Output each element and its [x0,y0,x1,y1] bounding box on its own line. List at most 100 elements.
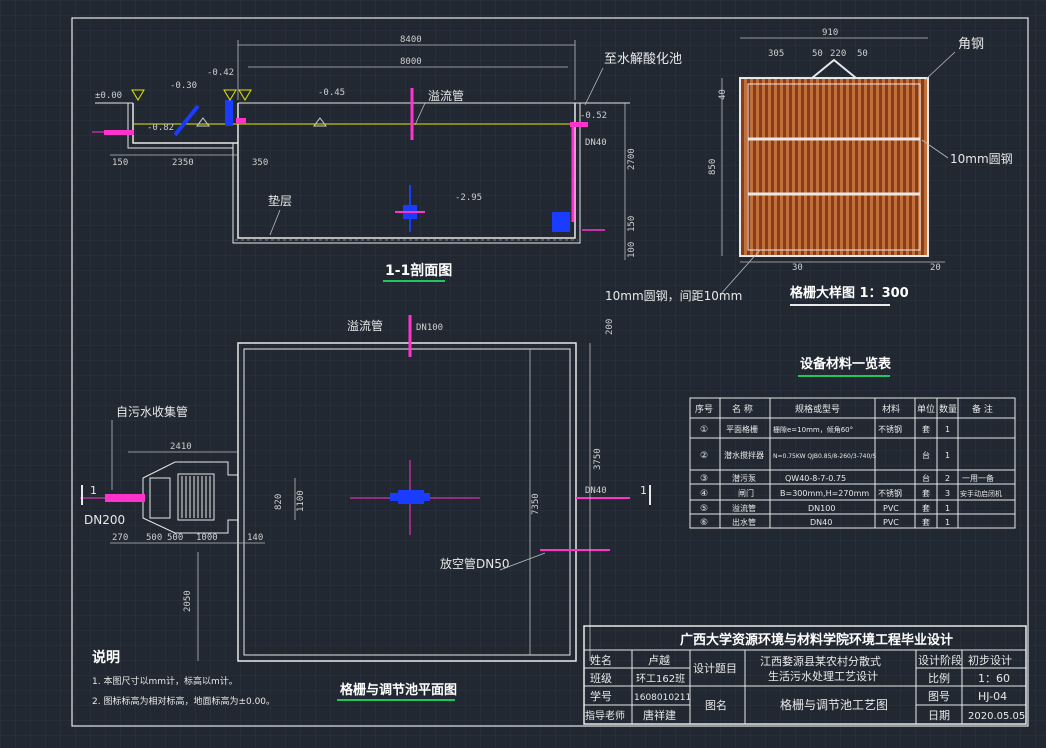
dim-2350: 2350 [172,158,194,168]
detail-height: 850 [708,159,718,175]
detail-width: 910 [822,28,838,38]
row5-qty: 1 [945,504,950,513]
dim-350: 350 [252,158,268,168]
row5-no: ⑤ [700,504,708,514]
detail-30: 30 [792,263,803,273]
level-045: -0.45 [318,88,345,98]
inlet-dn: DN200 [84,513,125,527]
detail-20: 20 [930,263,941,273]
row6-name: 出水管 [732,517,756,527]
row2-spec: N=0.75KW QJB0.85/8-260/3-740/S [773,453,876,460]
row6-no: ⑥ [700,518,708,528]
date-value: 2020.05.05 [968,711,1025,722]
row4-mat: 不锈钢 [878,488,902,498]
topic-line2: 生活污水处理工艺设计 [768,669,878,683]
row1-name: 平面格栅 [726,424,758,434]
level-0: ±0.00 [95,91,122,101]
dim-7350: 7350 [531,493,541,515]
sewage-label: 自污水收集管 [116,404,188,419]
level-030: -0.30 [170,81,197,91]
detail-50b: 50 [857,49,868,59]
name-value: 卢越 [648,653,670,667]
dim-500a: 500 [146,533,162,543]
plan-overflow-label: 溢流管 [347,318,383,333]
detail-305: 305 [768,49,784,59]
row4-unit: 套 [922,488,930,498]
stage-value: 初步设计 [968,653,1012,667]
dim-200: 200 [605,319,615,335]
drawing-value: 格栅与调节池工艺图 [780,697,888,712]
row3-spec: QW40-8-7-0.75 [785,474,846,483]
cushion-label: 垫层 [268,193,292,208]
drawing-label: 图名 [705,698,727,712]
advisor-value: 唐祥建 [643,708,676,722]
drain-label: 放空管DN50 [440,556,510,571]
scale-label: 比例 [928,671,950,685]
row3-remark: 一用一备 [962,473,994,483]
level-295: -2.95 [455,193,482,203]
dim-8000: 8000 [400,57,422,67]
row1-no: ① [700,425,708,435]
row2-name: 潜水搅拌器 [724,450,764,460]
class-value: 环工162班 [636,673,685,685]
level-082: -0.82 [147,123,174,133]
dim-2050: 2050 [183,590,193,612]
plan-title: 格栅与调节池平面图 [340,682,457,698]
scale-value: 1：60 [978,672,1010,685]
no-value: HJ-04 [978,690,1007,703]
dim-1100: 1100 [296,490,306,512]
level-042: -0.42 [207,68,234,78]
dim-2700: 2700 [627,148,637,170]
section-title: 1-1剖面图 [385,262,452,279]
row4-spec: B=300mm,H=270mm [780,489,869,498]
row2-no: ② [700,451,708,461]
detail-220: 220 [830,49,846,59]
topic-label: 设计题目 [693,662,737,675]
dim-820: 820 [274,494,284,510]
outlet-label: 至水解酸化池 [604,52,682,67]
row5-mat: PVC [883,504,899,513]
topic-line1: 江西婺源县某农村分散式 [760,654,881,668]
equipment-title: 设备材料一览表 [800,356,892,372]
row5-spec: DN100 [808,504,835,513]
row4-qty: 3 [945,489,950,498]
class-label: 班级 [590,672,612,685]
note-1: 1. 本图尺寸以mm计，标高以m计。 [92,675,238,687]
dim-270: 270 [112,533,128,543]
detail-40: 40 [718,89,728,100]
dim-140: 140 [247,533,263,543]
plan-overflow-dn: DN100 [416,323,443,333]
detail-50a: 50 [812,49,823,59]
th-name: 名 称 [732,403,753,415]
stage-label: 设计阶段 [918,653,962,667]
dim-2410: 2410 [170,442,192,452]
section-dn40: DN40 [585,138,607,148]
note-2: 2. 图标标高为相对标高，地面标高为±0.00。 [92,695,275,707]
th-no: 序号 [695,403,713,415]
row6-spec: DN40 [810,518,832,527]
row6-qty: 1 [945,518,950,527]
overflow-label: 溢流管 [428,88,464,103]
th-unit: 单位 [917,403,935,415]
dim-500b: 500 [167,533,183,543]
row1-unit: 套 [922,424,930,434]
row6-mat: PVC [883,518,899,527]
th-remark: 备 注 [972,403,993,415]
plan-section-mark-left: 1 [90,484,97,497]
row3-unit: 台 [922,473,930,483]
th-spec: 规格或型号 [795,403,840,415]
row4-no: ④ [700,489,708,499]
school-name: 广西大学资源环境与材料学院环境工程毕业设计 [680,632,953,648]
dim-150b: 150 [627,216,637,232]
no-label: 图号 [928,690,950,703]
row5-name: 溢流管 [732,503,756,513]
bar-label: 10mm圆钢，间距10mm [605,289,742,303]
advisor-label: 指导老师 [585,709,625,722]
th-qty: 数量 [939,403,957,415]
dim-150: 150 [112,158,128,168]
angle-label: 角钢 [958,37,984,52]
dim-1000: 1000 [196,533,218,543]
th-material: 材料 [882,403,900,415]
rod-label: 10mm圆钢 [950,152,1013,166]
dim-3750: 3750 [593,448,603,470]
